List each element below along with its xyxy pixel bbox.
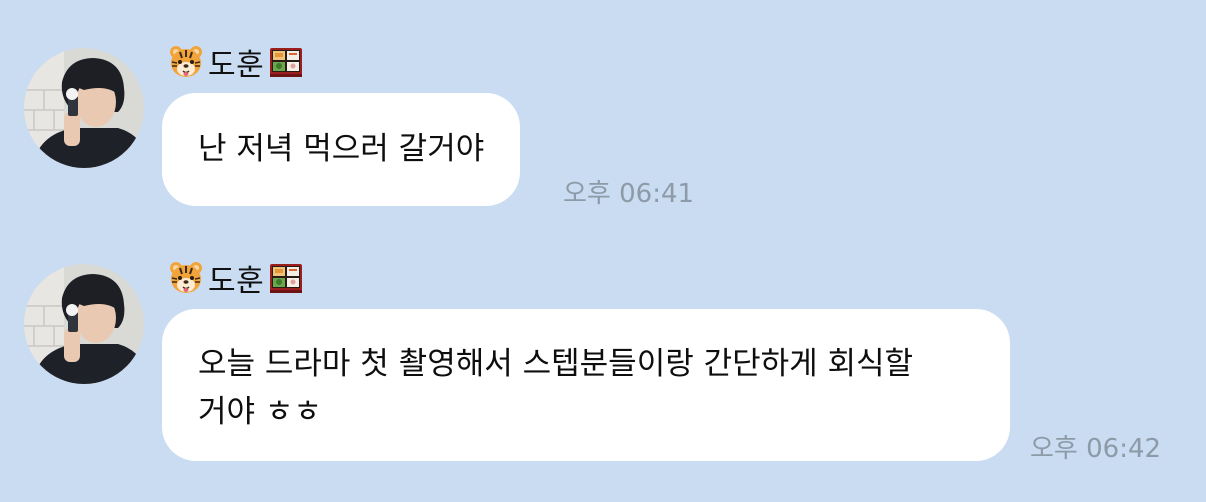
profile-photo [24,48,144,168]
sender-name-row: 도훈 [168,256,304,300]
avatar[interactable] [24,264,144,384]
message-bubble[interactable]: 오늘 드라마 첫 촬영해서 스텝분들이랑 간단하게 회식할 거야 ㅎㅎ [162,309,1010,461]
chat-area[interactable]: 도훈 난 저녁 먹으러 갈거야 오후 06:41 도훈 오늘 드라마 첫 촬영해… [0,0,1206,502]
tiger-face-icon [168,44,204,80]
sender-name-row: 도훈 [168,40,304,84]
message-text: 난 저녁 먹으러 갈거야 [198,131,485,167]
tiger-face-icon [168,260,204,296]
avatar[interactable] [24,48,144,168]
message-time: 오후 06:42 [1030,434,1162,464]
sender-name[interactable]: 도훈 [208,40,264,84]
bento-box-icon [268,44,304,80]
profile-photo [24,264,144,384]
bento-box-icon [268,260,304,296]
message-bubble[interactable]: 난 저녁 먹으러 갈거야 [162,93,521,206]
sender-name[interactable]: 도훈 [208,256,264,300]
message-text: 오늘 드라마 첫 촬영해서 스텝분들이랑 간단하게 회식할 거야 ㅎㅎ [198,346,914,430]
message-time: 오후 06:41 [563,179,695,209]
